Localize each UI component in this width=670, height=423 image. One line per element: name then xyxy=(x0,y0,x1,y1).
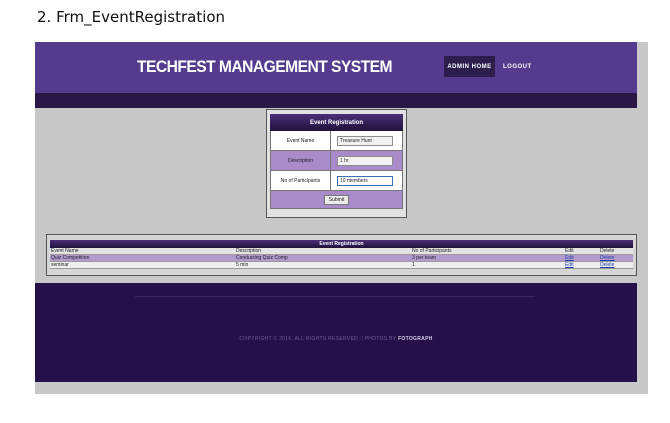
table-title: Event Registration xyxy=(50,240,633,248)
edit-link[interactable]: Edit xyxy=(565,255,574,262)
description-row: Description 1 hr xyxy=(270,151,403,171)
description-label: Description xyxy=(271,151,331,170)
copyright-text: COPYRIGHT © 2016. ALL RIGHTS RESERVED. |… xyxy=(35,336,637,342)
document-caption: 2. Frm_EventRegistration xyxy=(37,8,226,26)
event-table: Event Registration Event Name Descriptio… xyxy=(46,234,637,276)
event-name-label: Event Name xyxy=(271,131,331,150)
column-header-participants: No of Participants xyxy=(412,248,452,254)
submit-button[interactable]: Submit xyxy=(323,194,350,205)
participants-row: No of Participants 10 members xyxy=(270,171,403,191)
site-footer: COPYRIGHT © 2016. ALL RIGHTS RESERVED. |… xyxy=(35,283,637,382)
submit-row: Submit xyxy=(270,191,403,209)
header-subbar xyxy=(35,93,637,108)
table-row: seminar 5 min 1 Edit Delete xyxy=(50,262,633,269)
participants-cell: 1 xyxy=(412,262,415,268)
event-name-row: Event Name Treasure Hunt xyxy=(270,131,403,151)
event-registration-form: Event Registration Event Name Treasure H… xyxy=(266,109,407,218)
description-cell: 5 min xyxy=(236,262,249,268)
right-edge-strip xyxy=(637,42,648,394)
site-title: TECHFEST MANAGEMENT SYSTEM xyxy=(137,57,393,76)
column-header-edit: Edit xyxy=(565,248,574,254)
edit-link[interactable]: Edit xyxy=(565,262,574,269)
table-row: Quiz Competition Conducting Quiz Comp 3 … xyxy=(50,255,633,262)
logout-link[interactable]: LOGOUT xyxy=(503,56,532,77)
copyright-label: COPYRIGHT © 2016. ALL RIGHTS RESERVED. |… xyxy=(239,336,397,342)
participants-cell: 3 per team xyxy=(412,255,436,261)
site-header: TECHFEST MANAGEMENT SYSTEM ADMIN HOME LO… xyxy=(35,42,637,93)
form-title: Event Registration xyxy=(270,114,403,131)
participants-label: No of Participants xyxy=(271,171,331,190)
description-input[interactable]: 1 hr xyxy=(337,156,393,166)
footer-divider xyxy=(135,296,535,297)
description-cell: Conducting Quiz Comp xyxy=(236,255,288,261)
app-screenshot: TECHFEST MANAGEMENT SYSTEM ADMIN HOME LO… xyxy=(35,42,648,394)
admin-home-link[interactable]: ADMIN HOME xyxy=(444,56,495,77)
event-name-cell: seminar xyxy=(51,262,69,268)
column-header-event-name: Event Name xyxy=(51,248,79,254)
event-name-input[interactable]: Treasure Hunt xyxy=(337,136,393,146)
table-header-row: Event Name Description No of Participant… xyxy=(50,248,633,255)
column-header-delete: Delete xyxy=(600,248,615,254)
delete-link[interactable]: Delete xyxy=(600,262,614,269)
photo-credit-brand[interactable]: FOTOGRAPH xyxy=(398,336,433,342)
event-name-cell: Quiz Competition xyxy=(51,255,90,261)
delete-link[interactable]: Delete xyxy=(600,255,614,262)
participants-input[interactable]: 10 members xyxy=(337,176,393,186)
column-header-description: Description xyxy=(236,248,262,254)
